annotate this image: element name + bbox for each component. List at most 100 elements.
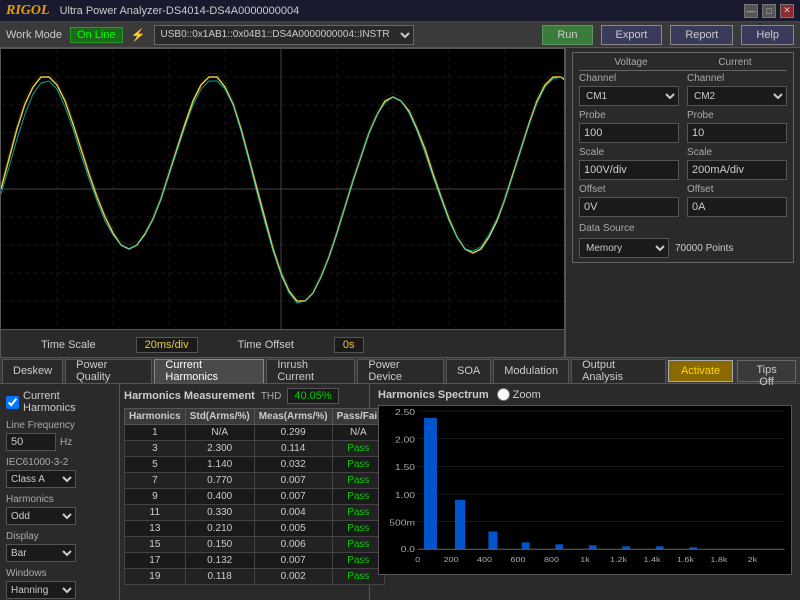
window-controls: — □ ✕ — [744, 4, 794, 18]
display-label: Display — [6, 531, 113, 542]
tab-power-device[interactable]: Power Device — [357, 359, 444, 383]
data-source-select[interactable]: Memory — [579, 238, 669, 258]
iec-label: IEC61000-3-2 — [6, 457, 113, 468]
zoom-radio[interactable] — [497, 388, 510, 401]
svg-text:1.6k: 1.6k — [677, 556, 695, 564]
svg-text:1k: 1k — [580, 556, 591, 564]
svg-text:1.4k: 1.4k — [643, 556, 661, 564]
bottom-panel: Current Harmonics Line Frequency 50 Hz I… — [0, 384, 800, 600]
offset-row: Offset 0V Offset 0A — [579, 184, 787, 217]
v-offset-label: Offset — [579, 184, 679, 195]
current-label: Current — [683, 57, 787, 71]
table-row: 130.2100.005Pass — [125, 521, 385, 537]
tab-deskew[interactable]: Deskew — [2, 359, 63, 383]
activate-button[interactable]: Activate — [668, 360, 733, 382]
c-channel-label: Channel — [687, 73, 787, 84]
time-scale-label: Time Scale — [41, 339, 96, 351]
usb-selector[interactable]: USB0::0x1AB1::0x04B1::DS4A0000000004::IN… — [154, 25, 414, 45]
scope-footer: Time Scale 20ms/div Time Offset 0s — [1, 329, 564, 358]
voltage-label: Voltage — [579, 57, 683, 71]
harmonics-select[interactable]: Odd — [6, 507, 76, 525]
v-scale-value: 100V/div — [579, 160, 679, 180]
channel-row: Channel CM1 Channel CM2 — [579, 73, 787, 106]
line-freq-control: Line Frequency 50 Hz — [6, 420, 113, 451]
table-row: 70.7700.007Pass — [125, 473, 385, 489]
table-row: 90.4000.007Pass — [125, 489, 385, 505]
svg-text:0: 0 — [415, 556, 421, 564]
scope-canvas — [1, 49, 564, 329]
windows-control: Windows Hanning — [6, 568, 113, 599]
main-area: Time Scale 20ms/div Time Offset 0s Volta… — [0, 48, 800, 358]
spectrum-header: Harmonics Spectrum Zoom — [378, 388, 792, 401]
svg-text:800: 800 — [544, 556, 560, 564]
title-text: Ultra Power Analyzer-DS4014-DS4A00000000… — [60, 5, 744, 17]
v-channel-select[interactable]: CM1 — [579, 86, 679, 106]
v-offset-value: 0V — [579, 197, 679, 217]
c-probe-value: 10 — [687, 123, 787, 143]
work-mode-label: Work Mode — [6, 29, 62, 41]
spectrum-section: Harmonics Spectrum Zoom 2.50 2.00 — [370, 384, 800, 600]
time-offset-value: 0s — [334, 337, 364, 353]
line-freq-unit: Hz — [60, 437, 72, 448]
tab-power-quality[interactable]: Power Quality — [65, 359, 152, 383]
tab-current-harmonics[interactable]: Current Harmonics — [154, 359, 264, 383]
c-offset-value: 0A — [687, 197, 787, 217]
c-scale-value: 200mA/div — [687, 160, 787, 180]
v-probe-value: 100 — [579, 123, 679, 143]
table-row: 32.3000.114Pass — [125, 441, 385, 457]
windows-select[interactable]: Hanning — [6, 581, 76, 599]
scale-row: Scale 100V/div Scale 200mA/div — [579, 147, 787, 180]
table-row: 190.1180.002Pass — [125, 569, 385, 585]
tabs-container: DeskewPower QualityCurrent HarmonicsInru… — [2, 359, 668, 383]
table-row: 1N/A0.299N/A — [125, 425, 385, 441]
tab-soa[interactable]: SOA — [446, 359, 491, 383]
scope-display: Time Scale 20ms/div Time Offset 0s — [0, 48, 565, 358]
display-control: Display Bar — [6, 531, 113, 562]
close-button[interactable]: ✕ — [780, 4, 794, 18]
tabs-bar: DeskewPower QualityCurrent HarmonicsInru… — [0, 358, 800, 384]
tab-inrush-current[interactable]: Inrush Current — [266, 359, 355, 383]
report-button[interactable]: Report — [670, 25, 733, 45]
maximize-button[interactable]: □ — [762, 4, 776, 18]
run-button[interactable]: Run — [542, 25, 592, 45]
usb-icon: ⚡ — [131, 28, 146, 42]
table-row: 51.1400.032Pass — [125, 457, 385, 473]
minimize-button[interactable]: — — [744, 4, 758, 18]
svg-text:2.00: 2.00 — [395, 436, 415, 445]
tab-output-analysis[interactable]: Output Analysis — [571, 359, 666, 383]
data-source-label: Data Source — [579, 223, 787, 234]
harmonics-checkbox-label: Current Harmonics — [23, 390, 113, 414]
line-freq-input[interactable]: 50 — [6, 433, 56, 451]
col-header-std-arms---: Std(Arms/%) — [185, 409, 254, 425]
iec-control: IEC61000-3-2 Class A — [6, 457, 113, 488]
c-scale-label: Scale — [687, 147, 787, 158]
svg-text:0.0: 0.0 — [401, 545, 415, 554]
harmonics-control: Harmonics Odd — [6, 494, 113, 525]
line-freq-label: Line Frequency — [6, 420, 113, 431]
table-row: 110.3300.004Pass — [125, 505, 385, 521]
svg-text:2k: 2k — [748, 556, 759, 564]
probe-row: Probe 100 Probe 10 — [579, 110, 787, 143]
svg-text:600: 600 — [511, 556, 527, 564]
harmonics-checkbox-row: Current Harmonics — [6, 390, 113, 414]
data-source-section: Data Source Memory 70000 Points — [579, 223, 787, 258]
table-row: 170.1320.007Pass — [125, 553, 385, 569]
iec-select[interactable]: Class A — [6, 470, 76, 488]
svg-text:1.50: 1.50 — [395, 463, 415, 472]
c-channel-select[interactable]: CM2 — [687, 86, 787, 106]
tips-button[interactable]: Tips Off — [737, 360, 796, 382]
export-button[interactable]: Export — [601, 25, 663, 45]
table-row: 150.1500.006Pass — [125, 537, 385, 553]
zoom-option: Zoom — [497, 388, 541, 401]
harmonics-checkbox[interactable] — [6, 396, 19, 409]
thd-value: 40.05% — [287, 388, 338, 404]
display-select[interactable]: Bar — [6, 544, 76, 562]
harmonics-table: HarmonicsStd(Arms/%)Meas(Arms/%)Pass/Fai… — [124, 408, 385, 585]
v-probe-label: Probe — [579, 110, 679, 121]
points-value: 70000 Points — [675, 243, 733, 254]
tab-modulation[interactable]: Modulation — [493, 359, 569, 383]
col-header-meas-arms---: Meas(Arms/%) — [254, 409, 332, 425]
voltage-current-panel: Voltage Current Channel CM1 Channel CM2 — [572, 52, 794, 263]
help-button[interactable]: Help — [741, 25, 794, 45]
svg-text:200: 200 — [444, 556, 460, 564]
